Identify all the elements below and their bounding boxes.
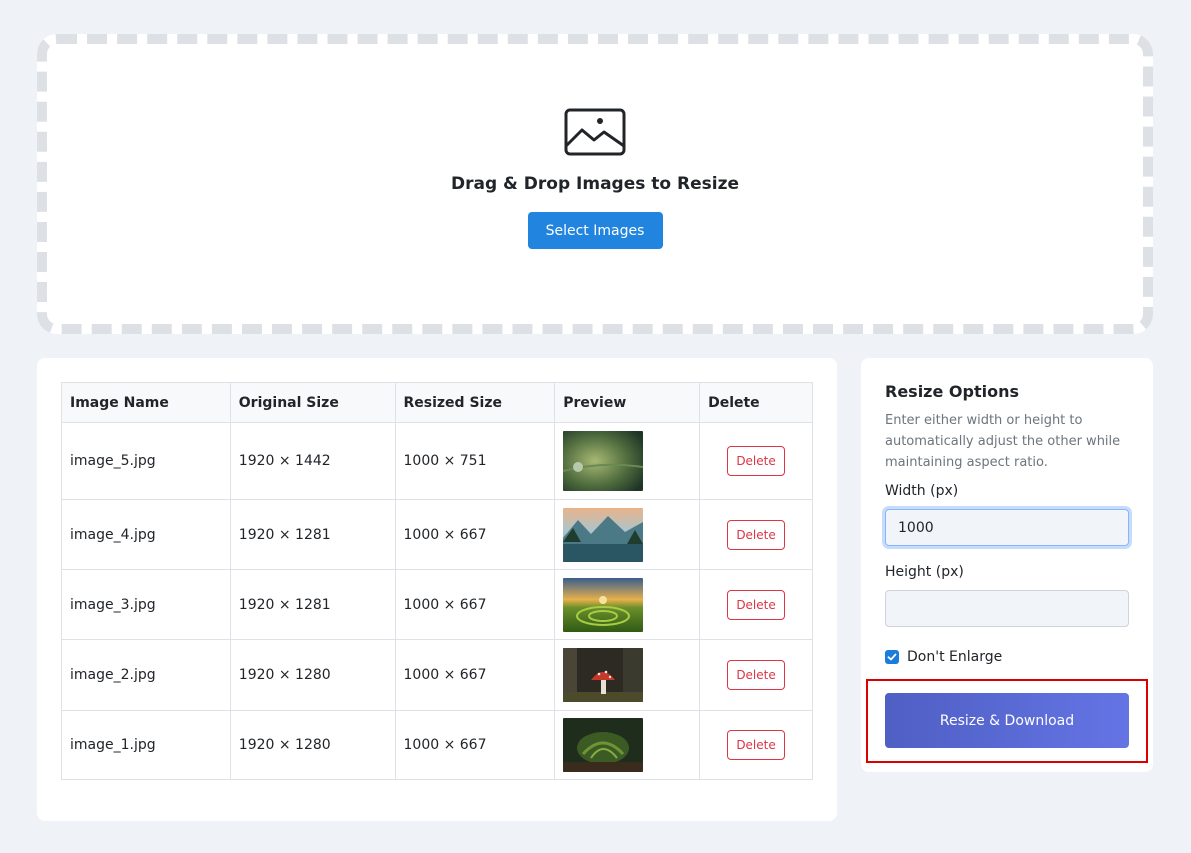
- preview-cell: [554, 639, 701, 711]
- original-size-cell: 1920 × 1281: [229, 569, 396, 640]
- delete-button[interactable]: Delete: [727, 660, 785, 690]
- delete-button[interactable]: Delete: [727, 446, 785, 476]
- height-input[interactable]: [885, 590, 1129, 627]
- delete-button[interactable]: Delete: [727, 730, 785, 760]
- resized-size-cell: 1000 × 667: [394, 499, 556, 570]
- resize-options-title: Resize Options: [885, 382, 1020, 401]
- mountain-lake-thumbnail: [563, 507, 644, 562]
- original-size-cell: 1920 × 1442: [229, 422, 396, 500]
- resized-size-cell: 1000 × 667: [394, 639, 556, 711]
- header-preview: Preview: [554, 382, 701, 423]
- fern-forest-thumbnail: [563, 718, 644, 772]
- dont-enlarge-label: Don't Enlarge: [907, 649, 1003, 665]
- resized-size-cell: 1000 × 667: [394, 710, 556, 780]
- table-row: image_1.jpg 1920 × 1280 1000 × 667 Delet…: [61, 710, 813, 780]
- header-image-name: Image Name: [61, 382, 231, 423]
- table-header-row: Image Name Original Size Resized Size Pr…: [61, 382, 813, 423]
- delete-cell: Delete: [699, 499, 813, 570]
- original-size-cell: 1920 × 1280: [229, 639, 396, 711]
- dont-enlarge-checkbox[interactable]: [885, 650, 899, 664]
- table-row: image_5.jpg 1920 × 1442 1000 × 751 Delet…: [61, 422, 813, 500]
- image-name-cell: image_1.jpg: [61, 710, 231, 780]
- checkmark-icon: [887, 653, 897, 661]
- preview-cell: [554, 422, 701, 500]
- dont-enlarge-option[interactable]: Don't Enlarge: [885, 649, 1129, 665]
- image-name-cell: image_2.jpg: [61, 639, 231, 711]
- image-name-cell: image_3.jpg: [61, 569, 231, 640]
- delete-cell: Delete: [699, 569, 813, 640]
- select-images-button[interactable]: Select Images: [527, 212, 663, 249]
- preview-cell: [554, 710, 701, 780]
- width-label: Width (px): [885, 483, 959, 499]
- delete-button[interactable]: Delete: [727, 519, 785, 550]
- delete-cell: Delete: [699, 422, 813, 500]
- header-original-size: Original Size: [229, 382, 396, 423]
- header-delete: Delete: [699, 382, 813, 423]
- original-size-cell: 1920 × 1281: [229, 499, 396, 570]
- width-input[interactable]: [885, 509, 1129, 546]
- preview-cell: [554, 499, 701, 570]
- height-label: Height (px): [885, 564, 964, 580]
- red-mushroom-thumbnail: [563, 648, 644, 702]
- green-field-sunset-thumbnail: [563, 577, 644, 632]
- image-icon: [564, 108, 626, 156]
- resize-options-description: Enter either width or height to automati…: [885, 413, 1121, 470]
- delete-cell: Delete: [699, 639, 813, 711]
- image-name-cell: image_4.jpg: [61, 499, 231, 570]
- resized-size-cell: 1000 × 667: [394, 569, 556, 640]
- water-droplet-thumbnail: [563, 431, 644, 491]
- table-row: image_2.jpg 1920 × 1280 1000 × 667 Delet…: [61, 639, 813, 711]
- resize-download-button[interactable]: Resize & Download: [885, 693, 1129, 748]
- delete-cell: Delete: [699, 710, 813, 780]
- resized-size-cell: 1000 × 751: [394, 422, 556, 500]
- table-row: image_4.jpg 1920 × 1281 1000 × 667 Delet…: [61, 499, 813, 570]
- drop-zone[interactable]: Drag & Drop Images to Resize Select Imag…: [37, 34, 1153, 334]
- header-resized-size: Resized Size: [394, 382, 556, 423]
- drop-zone-title: Drag & Drop Images to Resize: [450, 174, 740, 194]
- images-table: Image Name Original Size Resized Size Pr…: [61, 382, 813, 780]
- preview-cell: [554, 569, 701, 640]
- table-row: image_3.jpg 1920 × 1281 1000 × 667 Delet…: [61, 569, 813, 640]
- delete-button[interactable]: Delete: [727, 589, 785, 620]
- image-name-cell: image_5.jpg: [61, 422, 231, 500]
- images-table-card: Image Name Original Size Resized Size Pr…: [37, 358, 837, 821]
- original-size-cell: 1920 × 1280: [229, 710, 396, 780]
